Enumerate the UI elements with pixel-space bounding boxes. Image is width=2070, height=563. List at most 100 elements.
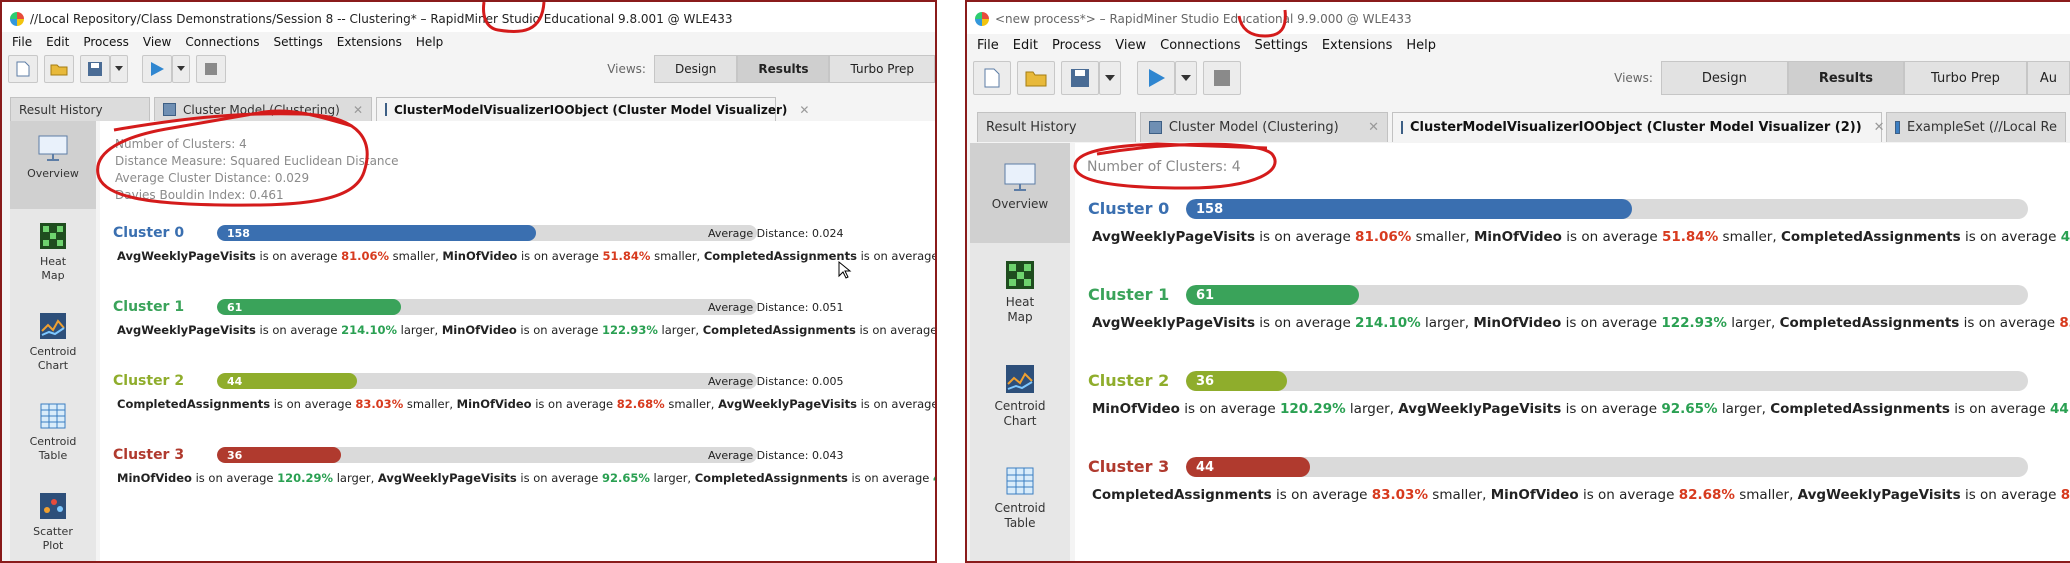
tab-cluster-visualizer[interactable]: ClusterModelVisualizerIOObject (Cluster … <box>1392 112 1885 142</box>
cluster-name[interactable]: Cluster 2 <box>113 373 184 389</box>
sidebar-label: Centroid Table <box>29 435 77 462</box>
menu-process[interactable]: Process <box>83 35 129 49</box>
cluster-model-icon <box>1148 121 1162 134</box>
menu-extensions[interactable]: Extensions <box>337 35 402 49</box>
new-process-button[interactable] <box>973 61 1011 95</box>
line-chart-icon <box>1006 365 1034 393</box>
sidebar-item-centroid-chart[interactable]: Centroid Chart <box>970 365 1070 429</box>
cluster-name[interactable]: Cluster 2 <box>1088 371 1169 390</box>
attribute-percentage: 82.68% <box>616 397 665 411</box>
save-process-button[interactable] <box>80 55 110 83</box>
result-tabs: Result History Cluster Model (Clustering… <box>967 110 2070 142</box>
view-design-button[interactable]: Design <box>653 55 738 83</box>
save-dropdown-button[interactable] <box>110 55 128 83</box>
menu-view[interactable]: View <box>143 35 171 49</box>
attribute-percentage: 92.65% <box>601 471 650 485</box>
view-design-button[interactable]: Design <box>1660 61 1788 95</box>
run-process-button[interactable] <box>142 55 172 83</box>
sidebar-item-centroid-chart[interactable]: Centroid Chart <box>10 313 96 373</box>
menu-file[interactable]: File <box>12 35 32 49</box>
window-title-bar: //Local Repository/Class Demonstrations/… <box>2 2 935 36</box>
stop-process-button[interactable] <box>1203 61 1241 95</box>
cluster-name[interactable]: Cluster 3 <box>1088 457 1169 476</box>
view-auto-model-button[interactable]: Au <box>2026 61 2070 95</box>
cluster-name[interactable]: Cluster 3 <box>113 447 184 463</box>
tab-cluster-visualizer[interactable]: ClusterModelVisualizerIOObject (Cluster … <box>376 97 809 121</box>
attribute-direction: smaller <box>668 397 711 411</box>
number-of-clusters: Number of Clusters: 4 <box>1087 159 1241 175</box>
tab-label: ExampleSet (//Local Re <box>1907 120 2057 135</box>
cluster-name[interactable]: Cluster 1 <box>1088 285 1169 304</box>
folder-icon <box>1025 71 1047 87</box>
save-disk-icon <box>88 62 102 76</box>
save-process-button[interactable] <box>1061 61 1099 95</box>
cluster-summary: Number of Clusters: 4 Distance Measure: … <box>115 136 399 204</box>
sidebar-item-centroid-table[interactable]: Centroid Table <box>10 403 96 463</box>
menu-settings[interactable]: Settings <box>1254 38 1307 53</box>
cluster-count: 36 <box>1196 373 1215 389</box>
tab-label: Cluster Model (Clustering) <box>183 102 340 117</box>
views-switcher: Views: Design Results Turbo Prep Au <box>1614 61 2070 95</box>
sidebar-item-overview[interactable]: Overview <box>970 143 1070 243</box>
cluster-description: AvgWeeklyPageVisits is on average 81.06%… <box>117 249 937 263</box>
cluster-row: Cluster 2 36 MinOfVideo is on average 120.… <box>1088 371 2070 457</box>
cluster-size-bar-fill: 36 <box>1186 371 1288 391</box>
cluster-summary: Number of Clusters: 4 <box>1087 159 1241 176</box>
tab-result-history[interactable]: Result History <box>977 112 1136 142</box>
view-turbo-prep-button[interactable]: Turbo Prep <box>1904 61 2027 95</box>
view-results-button[interactable]: Results <box>1787 61 1905 95</box>
attribute-name: MinOfVideo <box>1473 315 1562 331</box>
result-tabs: Result History Cluster Model (Clustering… <box>2 95 935 121</box>
attribute-direction: smaller <box>1415 229 1466 245</box>
tab-result-history[interactable]: Result History <box>10 97 150 121</box>
close-icon[interactable]: ✕ <box>1356 120 1379 135</box>
menu-connections[interactable]: Connections <box>1160 38 1240 53</box>
sidebar-item-heat-map[interactable]: Heat Map <box>10 223 96 283</box>
menu-help[interactable]: Help <box>416 35 443 49</box>
stop-process-button[interactable] <box>196 55 226 83</box>
tab-cluster-model[interactable]: Cluster Model (Clustering) ✕ <box>154 97 372 121</box>
view-results-button[interactable]: Results <box>737 55 830 83</box>
tab-cluster-model[interactable]: Cluster Model (Clustering) ✕ <box>1139 112 1388 142</box>
menu-help[interactable]: Help <box>1406 38 1436 53</box>
menu-edit[interactable]: Edit <box>1013 38 1038 53</box>
new-process-button[interactable] <box>8 55 38 83</box>
menu-edit[interactable]: Edit <box>46 35 69 49</box>
close-icon[interactable]: ✕ <box>787 103 809 117</box>
attribute-name: CompletedAssignments <box>117 397 271 411</box>
close-icon[interactable]: ✕ <box>1862 120 1885 135</box>
sidebar-item-overview[interactable]: Overview <box>10 121 96 209</box>
attribute-name: MinOfVideo <box>442 249 518 263</box>
chevron-down-icon <box>177 66 185 71</box>
menu-process[interactable]: Process <box>1052 38 1101 53</box>
attribute-direction: larger <box>400 323 435 337</box>
save-dropdown-button[interactable] <box>1099 61 1121 95</box>
sidebar-item-scatter-plot[interactable]: Scatter Plot <box>10 493 96 553</box>
stop-icon <box>205 63 217 75</box>
tab-example-set[interactable]: ExampleSet (//Local Re <box>1886 112 2066 142</box>
cluster-name[interactable]: Cluster 0 <box>113 225 184 241</box>
close-icon[interactable]: ✕ <box>341 103 363 117</box>
cluster-visualizer-icon <box>1401 121 1403 134</box>
sidebar-item-heat-map[interactable]: Heat Map <box>970 261 1070 325</box>
view-turbo-prep-button[interactable]: Turbo Prep <box>829 55 935 83</box>
cluster-size-bar: 158 <box>217 225 757 241</box>
menu-settings[interactable]: Settings <box>274 35 323 49</box>
cluster-count: 61 <box>227 300 243 314</box>
cluster-count: 44 <box>227 374 243 388</box>
cluster-name[interactable]: Cluster 0 <box>1088 199 1169 218</box>
sidebar-item-centroid-table[interactable]: Centroid Table <box>970 467 1070 531</box>
menu-view[interactable]: View <box>1115 38 1146 53</box>
menu-connections[interactable]: Connections <box>185 35 259 49</box>
menu-file[interactable]: File <box>977 38 999 53</box>
run-process-button[interactable] <box>1137 61 1175 95</box>
run-dropdown-button[interactable] <box>172 55 190 83</box>
run-dropdown-button[interactable] <box>1175 61 1197 95</box>
attribute-direction: smaller <box>1722 229 1773 245</box>
cluster-name[interactable]: Cluster 1 <box>113 299 184 315</box>
open-process-button[interactable] <box>1017 61 1055 95</box>
cluster-description: AvgWeeklyPageVisits is on average 81.06%… <box>1092 229 2070 245</box>
menu-extensions[interactable]: Extensions <box>1322 38 1393 53</box>
open-process-button[interactable] <box>44 55 74 83</box>
visualization-sidebar: Overview Heat Map Centroid Chart Centroi… <box>970 143 1070 561</box>
